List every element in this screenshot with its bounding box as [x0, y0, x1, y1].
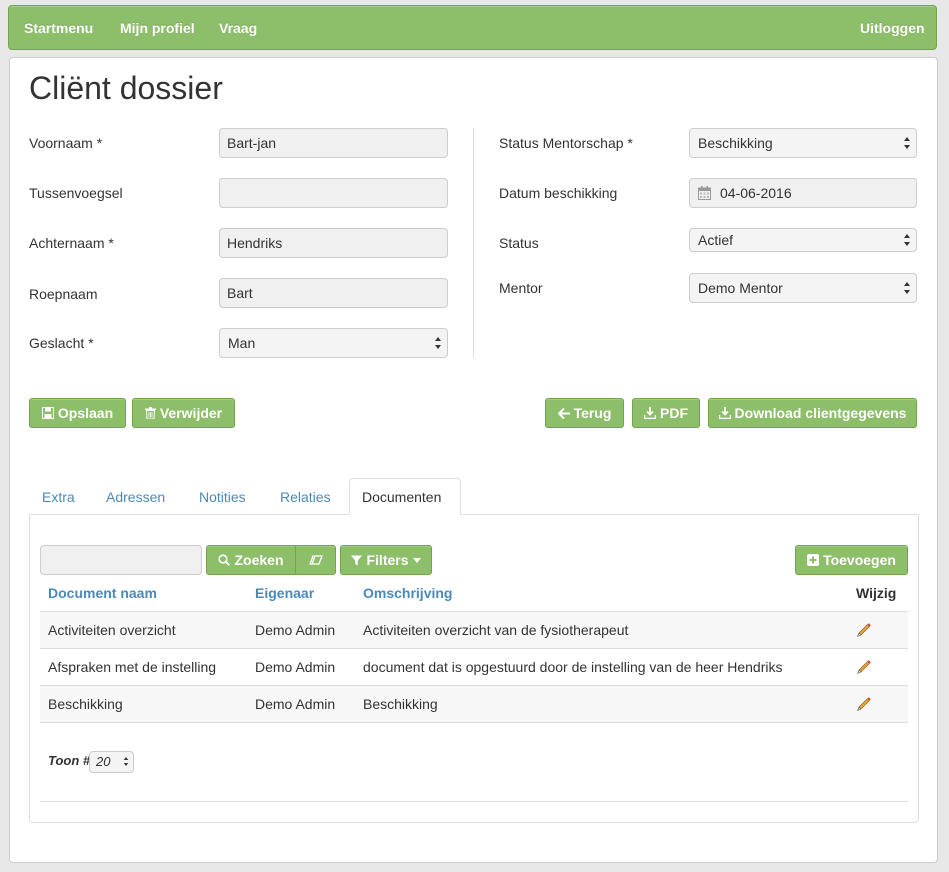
- mentor-label: Mentor: [499, 280, 543, 296]
- eraser-icon: [308, 555, 323, 565]
- download-clientgegevens-label: Download clientgegevens: [734, 405, 907, 421]
- search-icon: [218, 554, 231, 566]
- tussenvoegsel-label: Tussenvoegsel: [29, 185, 123, 201]
- geslacht-value: Man: [228, 335, 256, 351]
- verwijder-label: Verwijder: [159, 405, 223, 421]
- edit-pencil-icon[interactable]: [856, 696, 872, 712]
- cell-eigenaar: Demo Admin: [255, 696, 336, 712]
- pdf-label: PDF: [660, 405, 688, 421]
- form-column-divider: [473, 128, 474, 358]
- status-mentorschap-value: Beschikking: [698, 135, 773, 151]
- toevoegen-button[interactable]: Toevoegen: [795, 545, 908, 575]
- trash-icon: [144, 407, 156, 419]
- roepnaam-input[interactable]: Bart: [219, 278, 448, 308]
- table-row: [40, 686, 908, 722]
- tussenvoegsel-input[interactable]: [219, 178, 448, 208]
- row-divider: [40, 648, 908, 649]
- nav-startmenu[interactable]: Startmenu: [24, 20, 93, 36]
- arrow-left-icon: [557, 407, 570, 419]
- save-icon: [41, 407, 54, 419]
- mentor-value: Demo Mentor: [698, 280, 783, 296]
- select-arrows-icon: [123, 757, 129, 766]
- calendar-icon: [698, 186, 711, 200]
- plus-square-icon: [807, 554, 820, 566]
- filter-icon: [351, 555, 363, 565]
- nav-mijn-profiel[interactable]: Mijn profiel: [120, 20, 195, 36]
- status-label: Status: [499, 235, 539, 251]
- geslacht-select[interactable]: Man: [219, 328, 448, 358]
- voornaam-input[interactable]: Bart-jan: [219, 128, 448, 158]
- edit-pencil-icon[interactable]: [856, 622, 872, 638]
- column-header-omschrijving[interactable]: Omschrijving: [363, 585, 452, 601]
- achternaam-input[interactable]: Hendriks: [219, 228, 448, 258]
- cell-document-naam: Beschikking: [48, 696, 123, 712]
- opslaan-label: Opslaan: [57, 405, 114, 421]
- cell-omschrijving: Beschikking: [363, 696, 438, 712]
- zoeken-button[interactable]: Zoeken: [206, 545, 296, 575]
- row-divider: [40, 722, 908, 723]
- download-icon: [718, 407, 731, 419]
- filters-button[interactable]: Filters: [340, 545, 432, 575]
- column-header-wijzig: Wijzig: [856, 585, 897, 601]
- toon-label: Toon #: [48, 753, 91, 768]
- tab-adressen[interactable]: Adressen: [106, 478, 165, 515]
- cell-omschrijving: Activiteiten overzicht van de fysiothera…: [363, 622, 629, 638]
- zoeken-label: Zoeken: [234, 552, 284, 568]
- column-header-eigenaar[interactable]: Eigenaar: [255, 585, 314, 601]
- download-clientgegevens-button[interactable]: Download clientgegevens: [708, 398, 917, 428]
- tab-relaties[interactable]: Relaties: [280, 478, 331, 515]
- status-value: Actief: [698, 232, 734, 248]
- caret-down-icon: [412, 557, 421, 563]
- nav-vraag[interactable]: Vraag: [219, 20, 257, 36]
- filters-label: Filters: [366, 552, 409, 568]
- clear-search-button[interactable]: [295, 545, 336, 575]
- toevoegen-label: Toevoegen: [823, 552, 896, 568]
- opslaan-button[interactable]: Opslaan: [29, 398, 126, 428]
- tab-extra[interactable]: Extra: [42, 478, 75, 515]
- cell-document-naam: Activiteiten overzicht: [48, 622, 176, 638]
- datum-beschikking-value: 04-06-2016: [720, 185, 792, 201]
- document-search-input[interactable]: [40, 545, 202, 575]
- status-mentorschap-select[interactable]: Beschikking: [689, 128, 917, 158]
- page-size-value: 20: [96, 754, 111, 769]
- nav-uitloggen[interactable]: Uitloggen: [860, 20, 925, 36]
- status-mentorschap-label: Status Mentorschap *: [499, 135, 633, 151]
- roepnaam-label: Roepnaam: [29, 286, 98, 302]
- select-arrows-icon: [904, 282, 910, 294]
- mentor-select[interactable]: Demo Mentor: [689, 273, 917, 303]
- table-footer-divider: [40, 801, 908, 802]
- select-arrows-icon: [904, 234, 910, 246]
- cell-eigenaar: Demo Admin: [255, 622, 336, 638]
- tab-documenten[interactable]: Documenten: [349, 478, 461, 515]
- verwijder-button[interactable]: Verwijder: [132, 398, 235, 428]
- page-title: Cliënt dossier: [29, 70, 223, 106]
- column-header-document-naam[interactable]: Document naam: [48, 585, 157, 601]
- select-arrows-icon: [904, 137, 910, 149]
- terug-button[interactable]: Terug: [545, 398, 624, 428]
- cell-eigenaar: Demo Admin: [255, 659, 336, 675]
- select-arrows-icon: [435, 337, 441, 349]
- voornaam-label: Voornaam *: [29, 135, 103, 151]
- datum-beschikking-input[interactable]: 04-06-2016: [689, 178, 917, 208]
- tab-notities[interactable]: Notities: [199, 478, 246, 515]
- pdf-button[interactable]: PDF: [632, 398, 700, 428]
- status-select[interactable]: Actief: [689, 228, 917, 252]
- download-icon: [644, 407, 656, 419]
- cell-omschrijving: document dat is opgestuurd door de inste…: [363, 659, 783, 675]
- datum-beschikking-label: Datum beschikking: [499, 185, 618, 201]
- cell-document-naam: Afspraken met de instelling: [48, 659, 217, 675]
- geslacht-label: Geslacht *: [29, 335, 94, 351]
- page-size-select[interactable]: 20: [89, 751, 134, 773]
- edit-pencil-icon[interactable]: [856, 659, 872, 675]
- achternaam-label: Achternaam *: [29, 235, 114, 251]
- terug-label: Terug: [573, 405, 612, 421]
